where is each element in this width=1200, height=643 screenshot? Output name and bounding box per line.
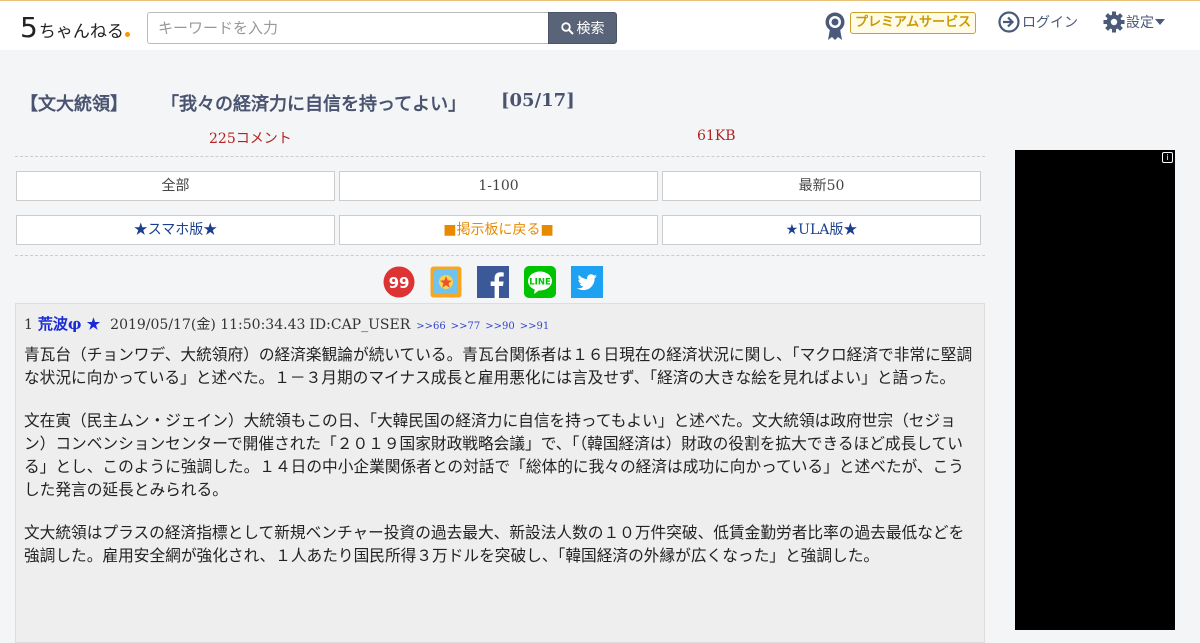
premium-service-button[interactable]: プレミアムサービス [850, 12, 977, 34]
ad-banner[interactable]: i [1015, 150, 1175, 630]
search-button[interactable]: 検索 [548, 12, 617, 44]
post-date: 2019/05/17(金) 11:50:34.43 [110, 317, 306, 333]
svg-text:99: 99 [389, 274, 410, 292]
reply-link[interactable]: >>77 [451, 321, 480, 332]
twitter-icon[interactable] [571, 266, 603, 298]
ad-info-icon[interactable]: i [1162, 152, 1173, 163]
post-id[interactable]: ID:CAP_USER [309, 317, 410, 333]
logo-number: 5 [20, 11, 38, 44]
thread-size: 61KB [697, 128, 736, 144]
99-icon[interactable]: 99 [383, 266, 415, 298]
reply-link[interactable]: >>90 [485, 321, 514, 332]
gear-icon [1103, 11, 1125, 33]
comment-count: 225コメント [209, 131, 292, 147]
facebook-icon[interactable] [477, 266, 509, 298]
back-to-board-button[interactable]: ■掲示板に戻る■ [339, 215, 658, 245]
post-paragraph: 文大統領はプラスの経済指標として新規ベンチャー投資の過去最大、新設法人数の１０万… [24, 523, 965, 565]
smartphone-version-button[interactable]: ★スマホ版★ [16, 215, 335, 245]
thread-title-date: [05/17] [501, 90, 575, 111]
settings-label: 設定 [1126, 15, 1154, 31]
range-1-100-button[interactable]: 1-100 [339, 171, 658, 201]
award-icon [825, 12, 845, 40]
search-input[interactable] [147, 12, 549, 44]
search-button-label: 検索 [576, 21, 605, 37]
divider [15, 255, 985, 256]
post-1: 1 荒波φ ★ 2019/05/17(金) 11:50:34.43 ID:CAP… [15, 303, 985, 643]
divider [15, 156, 985, 157]
post-header: 1 荒波φ ★ 2019/05/17(金) 11:50:34.43 ID:CAP… [24, 313, 554, 334]
top-bar: 5 ちゃんねる 検索 プレミアムサービス ログイン [0, 0, 1200, 50]
post-paragraph: 文在寅（民主ムン・ジェイン）大統領もこの日、「大韓民国の経済力に自信を持ってもよ… [24, 411, 964, 499]
bookmark-icon[interactable] [430, 266, 462, 298]
logo-dot [124, 32, 130, 37]
settings-menu[interactable]: 設定 [1103, 11, 1165, 33]
post-body: 青瓦台（チョンワデ、大統領府）の経済楽観論が続いている。青瓦台関係者は１６日現在… [24, 343, 976, 587]
reply-link[interactable]: >>91 [520, 321, 549, 332]
post-number: 1 [24, 317, 33, 333]
all-posts-button[interactable]: 全部 [16, 171, 335, 201]
svg-text:LINE: LINE [529, 278, 551, 288]
line-icon[interactable]: LINE [524, 266, 556, 298]
thread-title: 【文大統領】 「我々の経済力に自信を持ってよい」 [05/17] [20, 90, 980, 115]
ula-version-button[interactable]: ★ULA版★ [662, 215, 981, 245]
login-icon [998, 11, 1020, 33]
login-label: ログイン [1022, 15, 1078, 31]
thread-title-tag: 【文大統領】 [20, 94, 128, 115]
caret-down-icon [1155, 19, 1165, 25]
thread-title-quote: 「我々の経済力に自信を持ってよい」 [161, 94, 467, 115]
reply-link[interactable]: >>66 [416, 321, 445, 332]
site-logo[interactable]: 5 ちゃんねる [20, 9, 130, 43]
login-link[interactable]: ログイン [998, 11, 1078, 33]
logo-text: ちゃんねる [38, 22, 124, 42]
search-icon [560, 21, 574, 35]
post-author[interactable]: 荒波φ ★ [38, 313, 100, 334]
latest-50-button[interactable]: 最新50 [662, 171, 981, 201]
post-paragraph: 青瓦台（チョンワデ、大統領府）の経済楽観論が続いている。青瓦台関係者は１６日現在… [24, 345, 973, 387]
